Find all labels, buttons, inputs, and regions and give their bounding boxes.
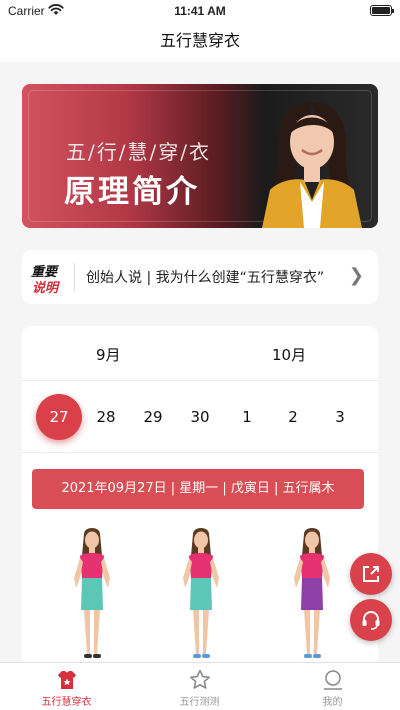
month-label-oct: 10月 — [272, 346, 307, 364]
day-cell[interactable]: 3 — [317, 394, 363, 440]
divider — [22, 452, 378, 453]
founder-portrait — [262, 102, 362, 228]
tab-me[interactable]: 我的 — [266, 663, 399, 710]
page-title: 五行慧穿衣 — [159, 31, 240, 50]
share-button[interactable] — [350, 553, 392, 595]
share-icon — [363, 566, 379, 582]
intro-banner[interactable]: 五/行/慧/穿/衣 原理简介 — [22, 84, 378, 228]
status-bar: Carrier 11:41 AM — [0, 0, 400, 22]
tab-label: 五行测测 — [179, 697, 220, 708]
customer-service-button[interactable] — [350, 599, 392, 641]
day-cell[interactable]: 27 — [36, 394, 82, 440]
day-cell[interactable]: 29 — [130, 394, 176, 440]
badge-bottom-text: 说明 — [32, 281, 59, 296]
notice-bar[interactable]: 重要 说明 创始人说 | 我为什么创建“五行慧穿衣” ❯ — [22, 250, 378, 304]
day-cell[interactable]: 2 — [270, 394, 316, 440]
outfit-figure[interactable] — [175, 526, 227, 666]
tab-label: 五行慧穿衣 — [41, 697, 92, 708]
tab-home[interactable]: 五行慧穿衣 — [0, 663, 133, 710]
star-outline-icon — [189, 669, 211, 689]
important-badge: 重要 说明 — [31, 260, 65, 296]
clock: 11:41 AM — [174, 4, 226, 18]
outfit-figure[interactable] — [66, 526, 118, 666]
person-icon — [324, 670, 342, 690]
nav-bar: 五行慧穿衣 — [0, 22, 400, 62]
divider — [22, 380, 378, 381]
headset-icon — [362, 611, 380, 630]
banner-subtitle: 原理简介 — [64, 174, 200, 210]
day-cell[interactable]: 1 — [224, 394, 270, 440]
outfit-figure[interactable] — [286, 526, 338, 666]
tab-wuxing-test[interactable]: 五行测测 — [133, 663, 266, 710]
battery-icon — [370, 5, 394, 16]
day-cell[interactable]: 30 — [177, 394, 223, 440]
notice-text: 创始人说 | 我为什么创建“五行慧穿衣” — [86, 270, 325, 286]
banner-title: 五/行/慧/穿/衣 — [66, 140, 211, 164]
tab-bar: 五行慧穿衣 五行测测 我的 — [0, 662, 400, 710]
day-cell[interactable]: 28 — [83, 394, 129, 440]
calendar-card: 9月 10月 27 28 29 30 1 2 3 2021年09月27日 | 星… — [22, 326, 378, 666]
notice-divider — [74, 263, 75, 291]
chevron-right-icon: ❯ — [348, 265, 364, 286]
month-label-sep: 9月 — [96, 346, 121, 364]
shirt-star-icon — [58, 671, 76, 689]
tab-label: 我的 — [322, 697, 343, 708]
date-info-pill: 2021年09月27日 | 星期一 | 戊寅日 | 五行属木 — [32, 469, 364, 509]
